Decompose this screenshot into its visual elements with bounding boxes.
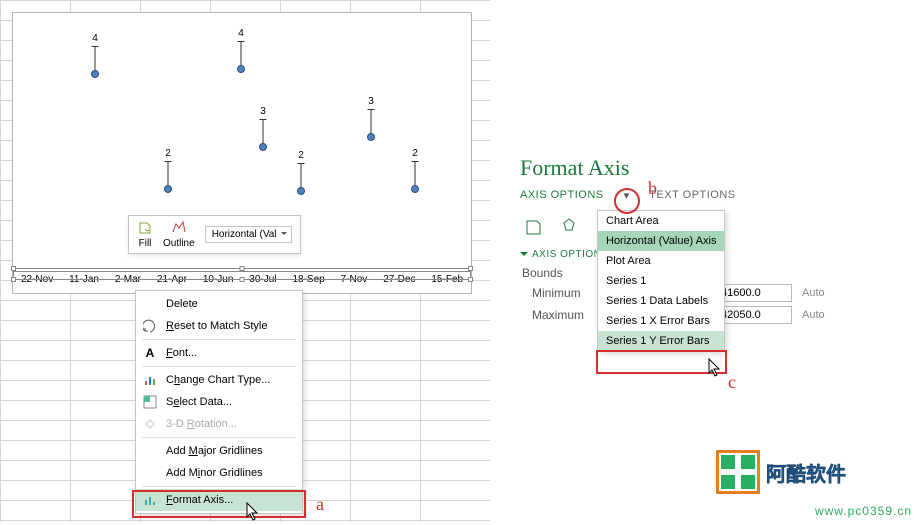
annotation-a: a xyxy=(316,494,324,515)
logo-url: www.pc0359.cn xyxy=(815,504,912,518)
ctx-add-major-gridlines[interactable]: Add Major Gridlines xyxy=(136,440,302,462)
chart-element-option[interactable]: Series 1 Data Labels xyxy=(598,291,724,311)
context-menu: Delete Reset to Match Style A Font... Ch… xyxy=(135,290,303,514)
ctx-select-data[interactable]: Select Data... xyxy=(136,391,302,413)
data-point[interactable] xyxy=(367,133,375,141)
mini-format-toolbar: Fill Outline Horizontal (Val xyxy=(128,215,301,254)
data-point[interactable] xyxy=(411,185,419,193)
data-point[interactable] xyxy=(164,185,172,193)
data-label[interactable]: 2 xyxy=(412,148,418,159)
ctx-font[interactable]: A Font... xyxy=(136,342,302,364)
chart-element-option[interactable]: Horizontal (Value) Axis xyxy=(598,231,724,251)
font-icon: A xyxy=(142,345,158,361)
max-input[interactable] xyxy=(716,306,792,324)
options-dropdown-caret[interactable]: ▾ xyxy=(624,189,630,202)
data-point[interactable] xyxy=(91,70,99,78)
outline-label: Outline xyxy=(163,238,195,249)
ctx-reset-match-style[interactable]: Reset to Match Style xyxy=(136,315,302,337)
ctx-add-minor-gridlines[interactable]: Add Minor Gridlines xyxy=(136,462,302,484)
cursor-icon-c xyxy=(708,358,722,378)
ctx-3d-rotation: 3-D Rotation... xyxy=(136,413,302,435)
annotation-box-c xyxy=(596,350,727,374)
ctx-format-axis[interactable]: Format Axis... xyxy=(136,489,302,511)
watermark-logo: 阿酷软件 xyxy=(716,442,916,502)
data-label[interactable]: 2 xyxy=(298,150,304,161)
logo-text: 阿酷软件 xyxy=(766,458,846,487)
select-data-icon xyxy=(142,394,158,410)
data-label[interactable]: 4 xyxy=(92,33,98,44)
fill-label: Fill xyxy=(139,238,152,249)
data-point[interactable] xyxy=(297,187,305,195)
data-label[interactable]: 4 xyxy=(238,28,244,39)
data-label[interactable]: 2 xyxy=(165,148,171,159)
ctx-delete[interactable]: Delete xyxy=(136,293,302,315)
rotate-3d-icon xyxy=(142,416,158,432)
data-point[interactable] xyxy=(237,65,245,73)
chart-element-option[interactable]: Series 1 xyxy=(598,271,724,291)
chart-element-option[interactable]: Series 1 Y Error Bars xyxy=(598,331,724,351)
annotation-b: b xyxy=(648,178,657,199)
reset-icon xyxy=(142,318,158,334)
chart-element-list: Chart AreaHorizontal (Value) AxisPlot Ar… xyxy=(597,210,725,352)
ctx-change-chart-type[interactable]: Change Chart Type... xyxy=(136,369,302,391)
pane-title: Format Axis xyxy=(520,155,900,181)
annotation-c: c xyxy=(728,372,736,393)
logo-icon xyxy=(716,450,760,494)
tab-text-options[interactable]: TEXT OPTIONS xyxy=(649,189,735,202)
data-label[interactable]: 3 xyxy=(368,96,374,107)
format-axis-icon xyxy=(142,492,158,508)
tab-axis-options[interactable]: AXIS OPTIONS xyxy=(520,189,604,202)
max-auto[interactable]: Auto xyxy=(802,309,825,321)
max-label: Maximum xyxy=(520,308,586,322)
chart-element-option[interactable]: Plot Area xyxy=(598,251,724,271)
data-label[interactable]: 3 xyxy=(260,106,266,117)
fill-button[interactable]: Fill xyxy=(137,220,153,249)
data-point[interactable] xyxy=(259,143,267,151)
fill-icon xyxy=(137,220,153,236)
chart-type-icon xyxy=(142,372,158,388)
effects-icon[interactable] xyxy=(556,214,582,240)
fill-line-icon[interactable] xyxy=(520,214,546,240)
outline-icon xyxy=(171,220,187,236)
chart-element-option[interactable]: Series 1 X Error Bars xyxy=(598,311,724,331)
min-auto[interactable]: Auto xyxy=(802,287,825,299)
min-input[interactable] xyxy=(716,284,792,302)
chart-element-dropdown[interactable]: Horizontal (Val xyxy=(205,226,292,243)
chart-element-option[interactable]: Chart Area xyxy=(598,211,724,231)
min-label: Minimum xyxy=(520,286,586,300)
outline-button[interactable]: Outline xyxy=(163,220,195,249)
